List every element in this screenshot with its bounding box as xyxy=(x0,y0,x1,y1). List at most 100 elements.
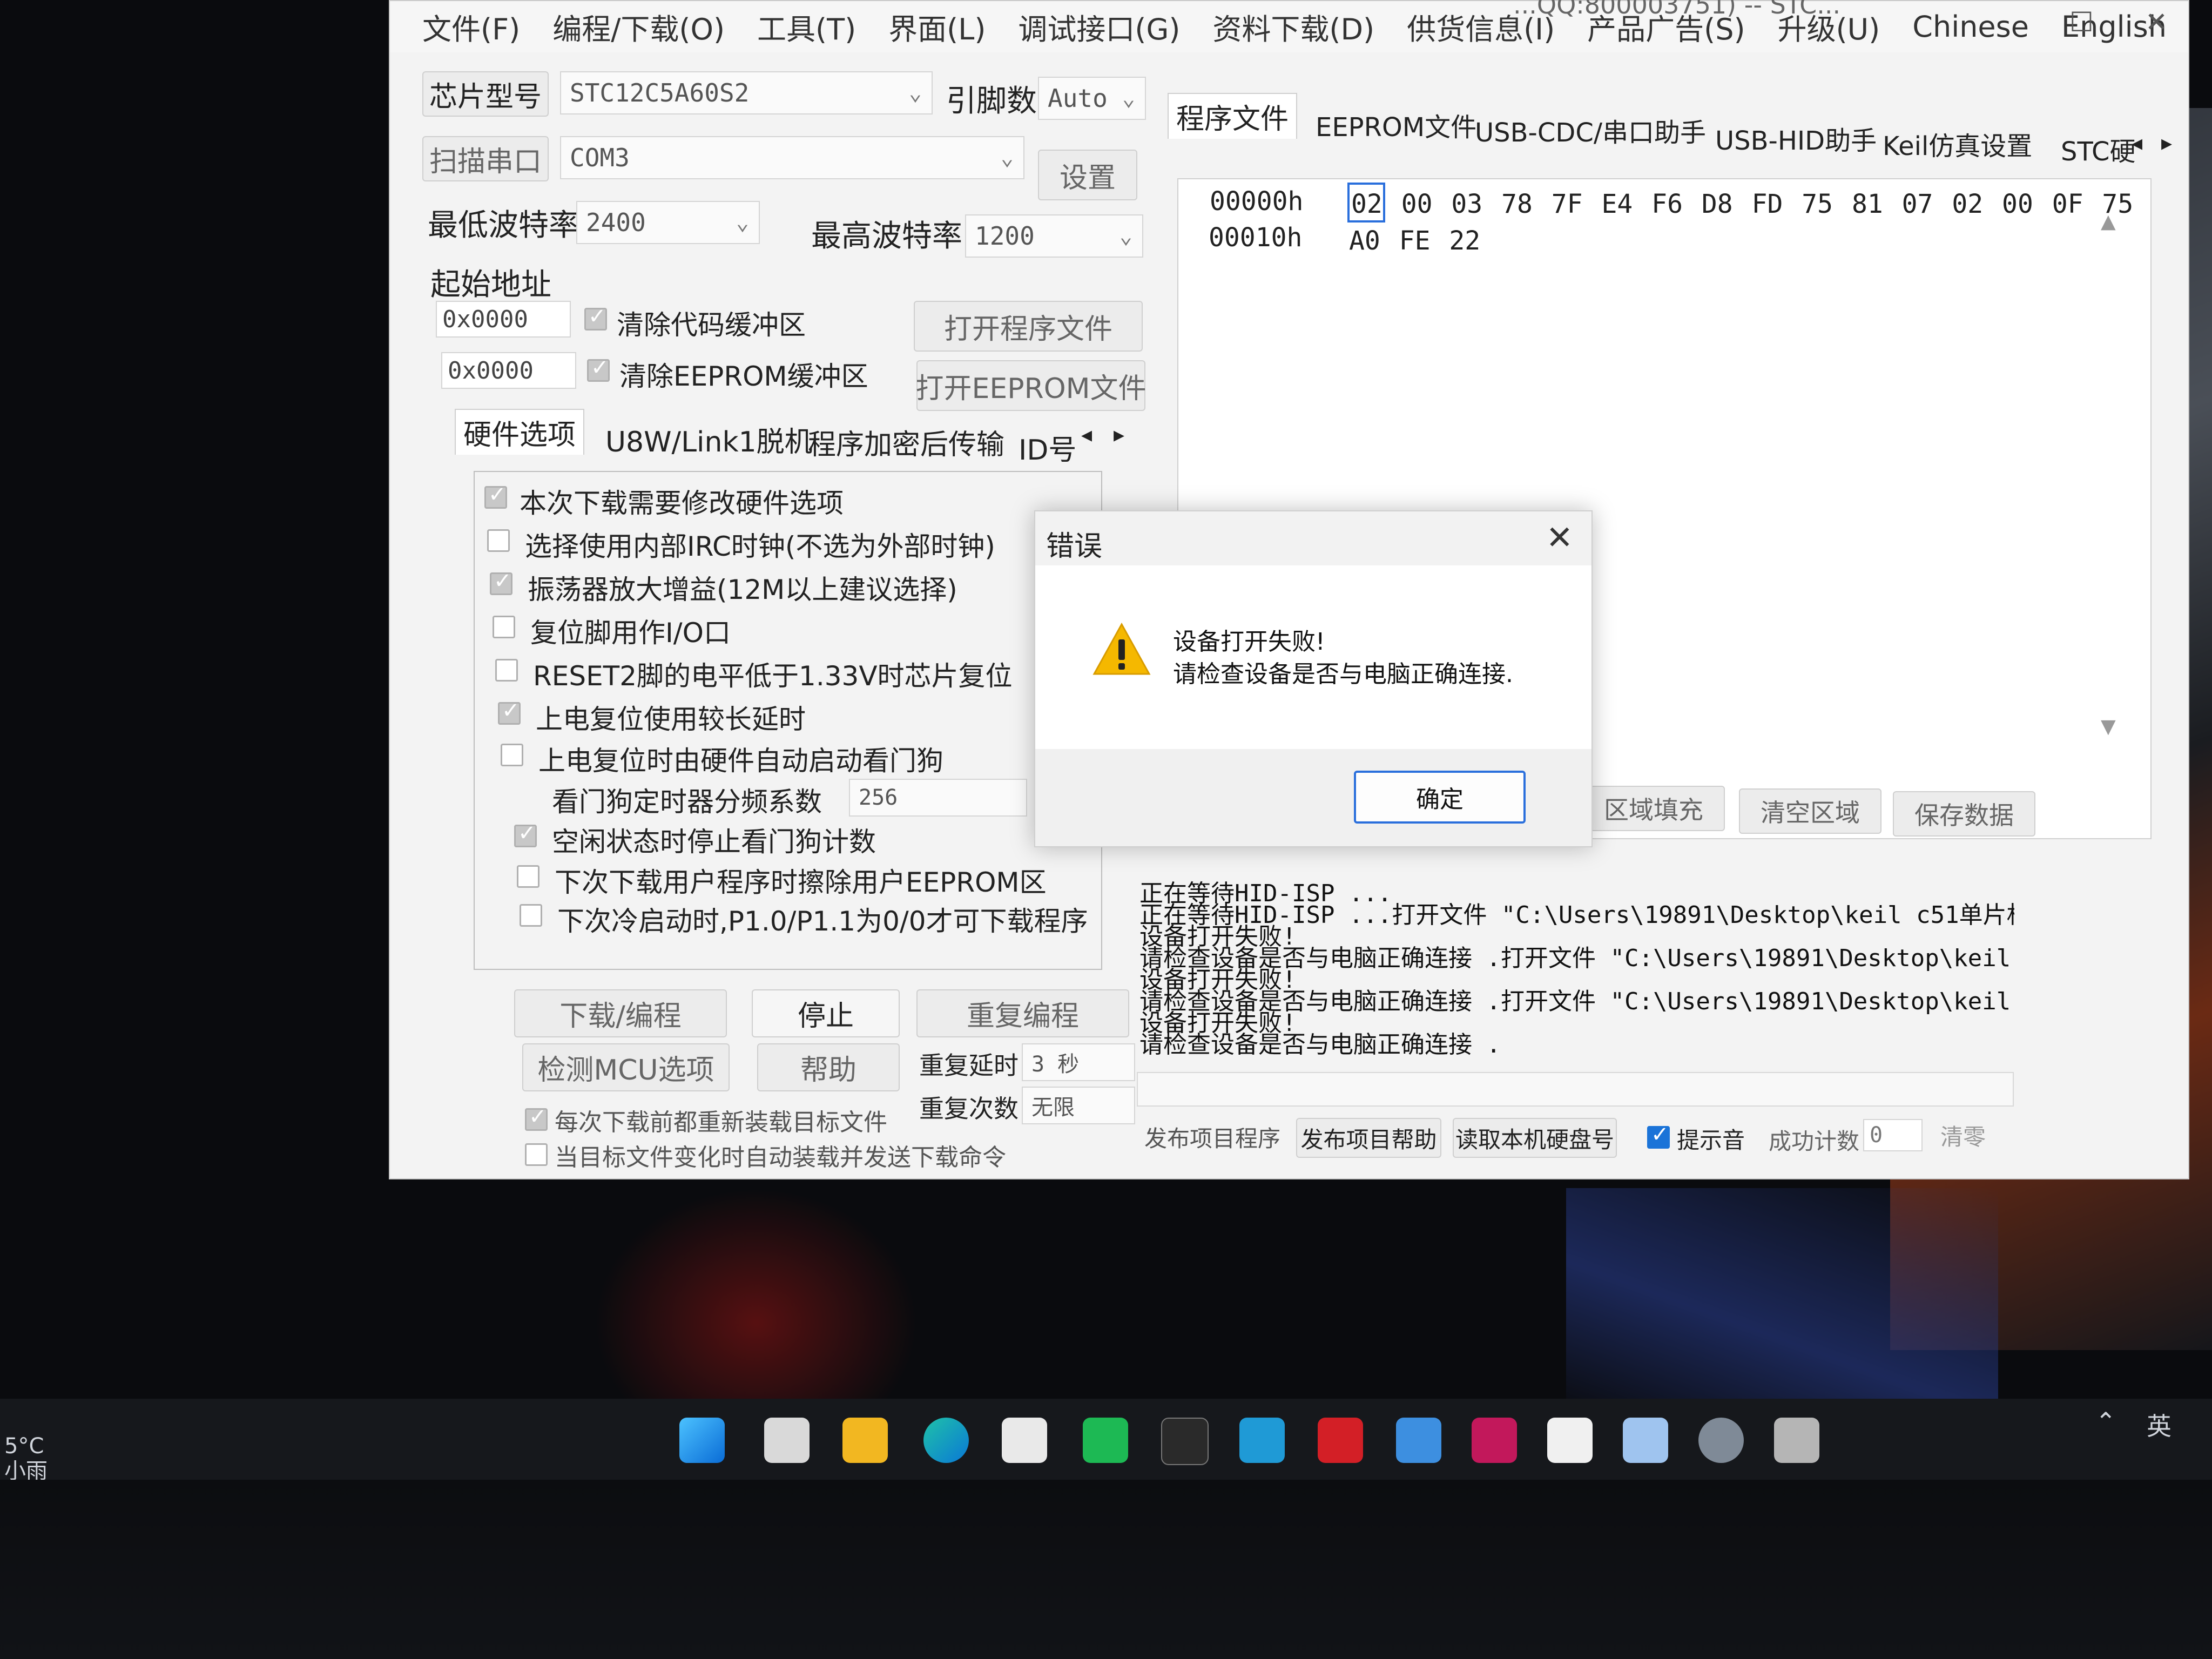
ime-indicator[interactable]: 英 xyxy=(2147,1407,2171,1442)
tab-usb-cdc-serial[interactable]: USB-CDC/串口助手 xyxy=(1467,109,1714,151)
hex-cursor xyxy=(1347,183,1385,222)
repeat-delay-select[interactable]: 3 秒 xyxy=(1022,1043,1135,1081)
taskview-icon[interactable] xyxy=(764,1418,810,1463)
option-checkbox[interactable] xyxy=(487,529,510,552)
option-checkbox[interactable] xyxy=(514,821,537,847)
success-count-label: 成功计数 xyxy=(1769,1128,1860,1155)
clear-region-button[interactable]: 清空区域 xyxy=(1739,788,1881,834)
max-baud-select[interactable]: 1200 ⌄ xyxy=(965,214,1143,258)
open-program-file-button[interactable]: 打开程序文件 xyxy=(914,301,1143,352)
chevron-down-icon: ⌄ xyxy=(1122,86,1135,111)
stop-button[interactable]: 停止 xyxy=(752,989,900,1037)
menu-tools[interactable]: 工具(T) xyxy=(757,5,856,48)
tab-u8w-offline[interactable]: U8W/Link1脱机 xyxy=(598,417,820,462)
option-checkbox[interactable] xyxy=(495,659,518,682)
eeprom-address-input[interactable]: 0x0000 xyxy=(441,352,576,389)
option-checkbox[interactable] xyxy=(484,482,507,509)
clear-count-button[interactable]: 清零 xyxy=(1933,1118,1993,1153)
clear-eeprom-label: 清除EEPROM缓冲区 xyxy=(619,361,868,392)
beep-checkbox[interactable] xyxy=(1647,1122,1670,1149)
close-icon[interactable]: ✕ xyxy=(2145,6,2168,38)
chip-model-button[interactable]: 芯片型号 xyxy=(422,71,549,117)
menu-docs[interactable]: 资料下载(D) xyxy=(1212,5,1374,48)
menu-program[interactable]: 编程/下载(O) xyxy=(552,5,725,48)
download-program-button[interactable]: 下载/编程 xyxy=(514,989,727,1037)
device-icon[interactable] xyxy=(1774,1418,1819,1463)
settings-button[interactable]: 设置 xyxy=(1038,150,1137,200)
tab-id-number[interactable]: ID号 xyxy=(1011,425,1084,470)
pin-count-value: Auto xyxy=(1048,84,1108,113)
option-checkbox[interactable] xyxy=(490,569,512,595)
tab-hardware-options[interactable]: 硬件选项 xyxy=(455,409,585,455)
menu-file[interactable]: 文件(F) xyxy=(422,5,520,48)
status-input[interactable] xyxy=(1137,1072,2014,1107)
sync-icon[interactable] xyxy=(1239,1418,1285,1463)
app-icon[interactable] xyxy=(1161,1418,1209,1465)
pin-count-select[interactable]: Auto ⌄ xyxy=(1038,77,1146,120)
settings-icon[interactable] xyxy=(1698,1418,1744,1463)
store-icon[interactable] xyxy=(1002,1418,1047,1463)
scan-port-button[interactable]: 扫描串口 xyxy=(422,136,549,181)
hex-address: 00010h xyxy=(1209,222,1303,253)
cloud-icon[interactable] xyxy=(1396,1418,1441,1463)
edge-icon[interactable] xyxy=(923,1418,969,1463)
wechat-icon[interactable] xyxy=(1083,1418,1128,1463)
read-disk-id-button[interactable]: 读取本机硬盘号 xyxy=(1453,1118,1617,1158)
tab-scroll-left-icon[interactable]: ◂ xyxy=(2132,131,2142,156)
close-icon[interactable]: ✕ xyxy=(1546,519,1573,557)
chevron-down-icon: ⌄ xyxy=(908,80,922,105)
code-address-input[interactable]: 0x0000 xyxy=(436,301,571,338)
option-checkbox[interactable] xyxy=(498,698,521,725)
publish-project-button[interactable]: 发布项目程序 xyxy=(1137,1118,1288,1156)
save-data-button[interactable]: 保存数据 xyxy=(1893,791,2035,837)
scroll-up-icon[interactable]: ▲ xyxy=(2101,211,2116,233)
port-select[interactable]: COM3 ⌄ xyxy=(560,136,1024,179)
tab-encrypted-transfer[interactable]: 程序加密后传输 xyxy=(800,420,1012,464)
clear-code-checkbox[interactable] xyxy=(584,304,607,331)
help-button[interactable]: 帮助 xyxy=(757,1043,900,1091)
tab-usb-hid[interactable]: USB-HID助手 xyxy=(1708,117,1884,159)
explorer-icon[interactable] xyxy=(842,1418,888,1463)
tab-eeprom-file[interactable]: EEPROM文件 xyxy=(1308,104,1484,146)
fill-region-button[interactable]: 区域填充 xyxy=(1582,786,1725,831)
weather-widget[interactable]: 5°C 小雨 xyxy=(4,1434,48,1483)
min-baud-select[interactable]: 2400 ⌄ xyxy=(576,201,760,244)
tab-scroll-right-icon[interactable]: ▸ xyxy=(2161,131,2172,156)
tray-chevron-icon[interactable]: ⌃ xyxy=(2095,1407,2116,1436)
option-checkbox[interactable] xyxy=(517,865,539,888)
max-baud-value: 1200 xyxy=(975,221,1035,251)
auto-reload-checkbox[interactable] xyxy=(525,1143,548,1166)
menu-chinese[interactable]: Chinese xyxy=(1912,10,2029,44)
open-eeprom-file-button[interactable]: 打开EEPROM文件 xyxy=(916,360,1147,411)
scroll-down-icon[interactable]: ▼ xyxy=(2101,716,2116,738)
tab-scroll-left-icon[interactable]: ◂ xyxy=(1081,422,1092,447)
detect-mcu-options-button[interactable]: 检测MCU选项 xyxy=(522,1043,730,1091)
clear-eeprom-checkbox[interactable] xyxy=(587,355,610,382)
menu-interface[interactable]: 界面(L) xyxy=(888,5,986,48)
app2-icon[interactable] xyxy=(1472,1418,1517,1463)
wdt-divider-select[interactable]: 256 xyxy=(849,779,1027,817)
menu-debug[interactable]: 调试接口(G) xyxy=(1018,5,1180,48)
wps-icon[interactable] xyxy=(1318,1418,1363,1463)
start-icon[interactable] xyxy=(679,1418,725,1463)
qq-icon[interactable] xyxy=(1547,1418,1593,1463)
photos-icon[interactable] xyxy=(1623,1418,1668,1463)
repeat-count-select[interactable]: 无限 xyxy=(1022,1087,1135,1124)
option-checkbox[interactable] xyxy=(493,616,515,638)
tab-stc-hardware[interactable]: STC硬 xyxy=(2053,128,2143,170)
chip-model-select[interactable]: STC12C5A60S2 ⌄ xyxy=(560,71,933,114)
ok-button[interactable]: 确定 xyxy=(1354,771,1526,824)
output-log[interactable]: 正在等待HID-ISP ... 正在等待HID-ISP ...打开文件 "C:\… xyxy=(1139,864,2014,1058)
tab-program-file[interactable]: 程序文件 xyxy=(1168,93,1298,139)
reload-each-checkbox[interactable] xyxy=(525,1104,548,1131)
hex-scrollbar[interactable]: ▲ ▼ xyxy=(2101,211,2122,751)
maximize-icon[interactable]: ☐ xyxy=(2069,6,2094,38)
tab-keil-emulation[interactable]: Keil仿真设置 xyxy=(1875,123,2040,165)
publish-help-button[interactable]: 发布项目帮助 xyxy=(1296,1118,1441,1158)
repeat-program-button[interactable]: 重复编程 xyxy=(916,989,1129,1037)
option-checkbox[interactable] xyxy=(520,904,542,927)
min-baud-label: 最低波特率 xyxy=(428,208,579,243)
start-address-label: 起始地址 xyxy=(430,267,551,302)
option-checkbox[interactable] xyxy=(501,744,523,766)
tab-scroll-right-icon[interactable]: ▸ xyxy=(1114,422,1124,447)
